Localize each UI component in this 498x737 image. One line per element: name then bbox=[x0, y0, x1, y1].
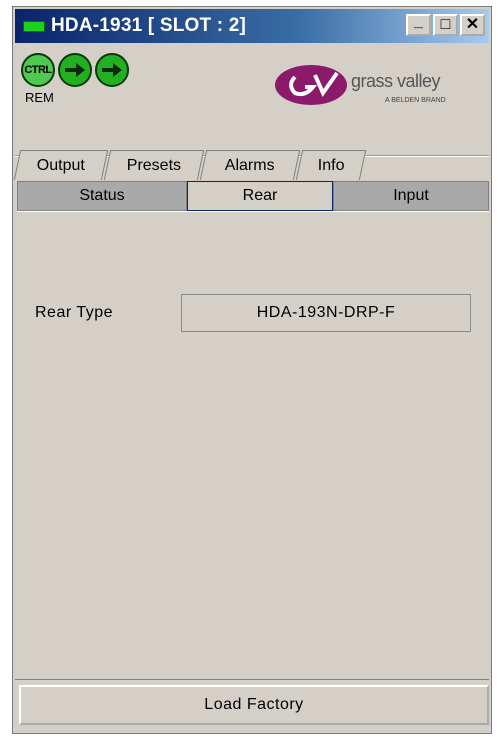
tab-info[interactable]: Info bbox=[295, 150, 367, 180]
ctrl-status-icon[interactable]: CTRL bbox=[21, 53, 55, 87]
rear-type-value-text: HDA-193N-DRP-F bbox=[256, 304, 396, 321]
tab-row-back: Output Presets Alarms Info bbox=[13, 150, 367, 180]
minimize-icon: _ bbox=[414, 13, 423, 30]
tab-info-label: Info bbox=[317, 156, 345, 174]
maximize-button[interactable]: □ bbox=[433, 14, 458, 36]
window-title: HDA-1931 [ SLOT : 2] bbox=[51, 15, 247, 36]
tab-input[interactable]: Input bbox=[333, 181, 489, 211]
tab-output[interactable]: Output bbox=[13, 150, 109, 180]
load-factory-button[interactable]: Load Factory bbox=[19, 685, 489, 725]
maximize-icon: □ bbox=[440, 16, 451, 33]
tab-alarms[interactable]: Alarms bbox=[199, 150, 301, 180]
ctrl-label: CTRL bbox=[24, 64, 52, 76]
rem-label: REM bbox=[25, 90, 54, 105]
tab-status[interactable]: Status bbox=[17, 181, 187, 211]
grass-valley-logo: grass valley A BELDEN BRAND bbox=[273, 59, 473, 111]
load-factory-label: Load Factory bbox=[204, 696, 304, 713]
tab-input-label: Input bbox=[393, 187, 429, 204]
window-controls: _ □ ✕ bbox=[406, 14, 485, 36]
header-panel: CTRL REM grass valley A BELDEN BRAND bbox=[15, 45, 489, 157]
arrow-right-icon[interactable] bbox=[58, 53, 92, 87]
rear-type-label: Rear Type bbox=[35, 304, 114, 321]
tab-alarms-label: Alarms bbox=[225, 156, 275, 174]
tab-presets[interactable]: Presets bbox=[103, 150, 205, 180]
tab-output-label: Output bbox=[36, 156, 85, 174]
close-button[interactable]: ✕ bbox=[460, 14, 485, 36]
close-icon: ✕ bbox=[465, 16, 480, 33]
status-icons: CTRL bbox=[21, 53, 132, 87]
app-window: HDA-1931 [ SLOT : 2] _ □ ✕ CTRL REM gras… bbox=[12, 6, 492, 734]
app-icon bbox=[23, 20, 45, 32]
rear-tab-panel: Rear Type HDA-193N-DRP-F bbox=[17, 211, 489, 678]
title-bar[interactable]: HDA-1931 [ SLOT : 2] _ □ ✕ bbox=[15, 9, 489, 43]
logo-brand: grass valley bbox=[351, 71, 441, 91]
tab-status-label: Status bbox=[79, 187, 125, 204]
logo-tagline: A BELDEN BRAND bbox=[385, 97, 446, 104]
tab-row-front: Status Rear Input bbox=[17, 181, 489, 211]
rear-type-value: HDA-193N-DRP-F bbox=[181, 294, 471, 332]
minimize-button[interactable]: _ bbox=[406, 14, 431, 36]
tab-presets-label: Presets bbox=[126, 156, 182, 174]
arrow-right-icon[interactable] bbox=[95, 53, 129, 87]
tab-rear-label: Rear bbox=[242, 187, 278, 204]
footer-divider bbox=[15, 679, 489, 680]
tab-rear[interactable]: Rear bbox=[187, 181, 333, 211]
